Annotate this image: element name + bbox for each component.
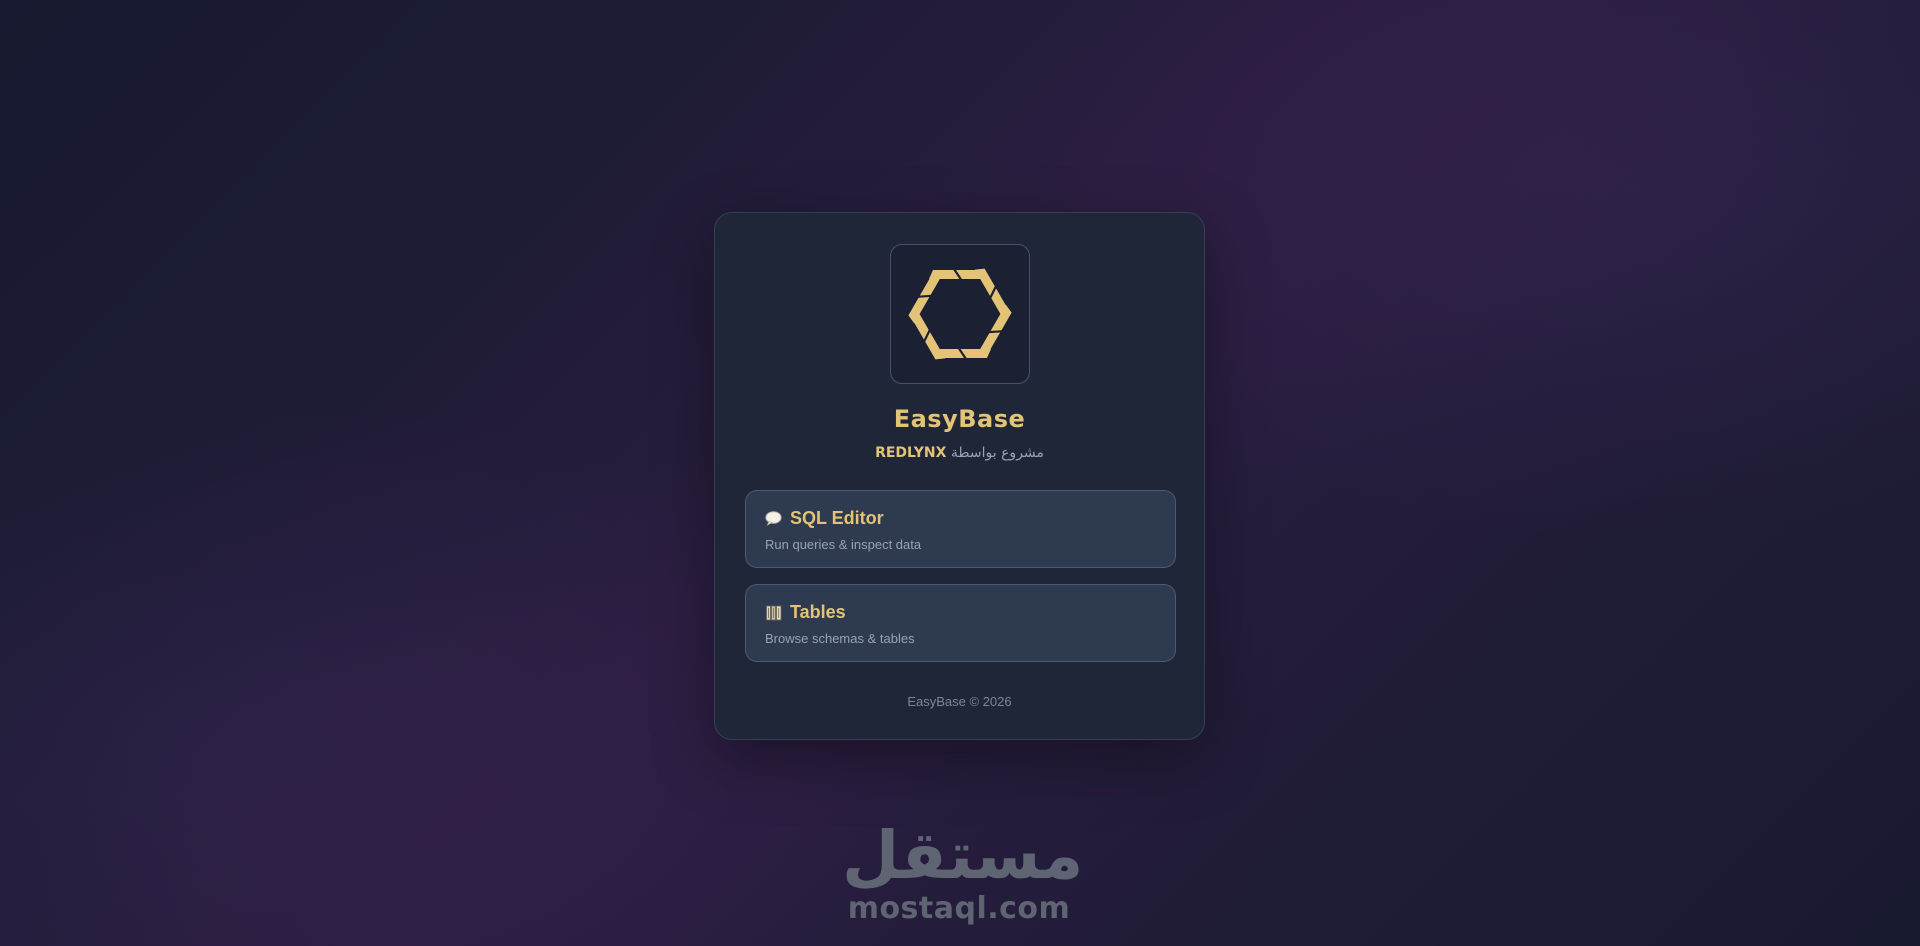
byline-prefix: مشروع بواسطة xyxy=(950,445,1044,461)
watermark-arabic: مستقل xyxy=(842,817,1084,894)
sql-editor-tile-header: SQL Editor xyxy=(765,508,884,529)
app-title: EasyBase xyxy=(893,405,1026,433)
sql-editor-subtitle: Run queries & inspect data xyxy=(765,537,922,552)
mostaql-watermark: مستقل mostaql.com xyxy=(842,817,1084,930)
books-icon xyxy=(765,604,782,621)
tables-title: Tables xyxy=(790,602,846,622)
footer-copyright: EasyBase © 2026 xyxy=(907,694,1012,709)
byline: REDLYNX مشروع بواسطة xyxy=(715,445,1204,461)
byline-brand: REDLYNX xyxy=(875,445,947,461)
hexagon-logo-icon xyxy=(908,265,1012,363)
tables-tile-header: Tables xyxy=(765,602,846,623)
watermark-latin: mostaql.com xyxy=(847,891,1071,926)
logo xyxy=(890,244,1030,384)
sql-editor-tile[interactable]: SQL Editor Run queries & inspect data xyxy=(745,490,1176,568)
tables-subtitle: Browse schemas & tables xyxy=(765,631,915,646)
tables-tile[interactable]: Tables Browse schemas & tables xyxy=(745,584,1176,662)
sql-editor-title: SQL Editor xyxy=(790,508,884,528)
home-card: EasyBase REDLYNX مشروع بواسطة SQL Editor… xyxy=(714,212,1205,740)
speech-bubble-icon xyxy=(765,510,782,527)
